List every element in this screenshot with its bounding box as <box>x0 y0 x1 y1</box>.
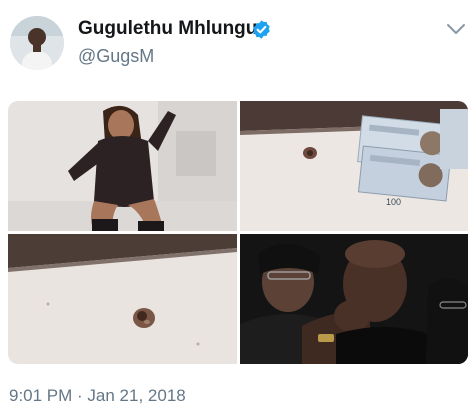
photo-wall-stain-banknotes[interactable]: 100 <box>240 101 468 231</box>
tweet-timestamp[interactable]: 9:01 PM · Jan 21, 2018 <box>9 386 186 406</box>
user-handle[interactable]: @GugsM <box>78 46 154 67</box>
photo-woman-posing[interactable] <box>8 101 237 231</box>
avatar-image <box>10 16 64 70</box>
tweet-header: Gugulethu Mhlungu @GugsM <box>0 0 476 90</box>
banknote-denomination: 100 <box>386 197 401 207</box>
photo-wall-stain-closeup[interactable] <box>8 234 237 364</box>
media-grid: 100 <box>8 101 468 364</box>
banknotes <box>357 115 452 202</box>
chevron-down-icon[interactable] <box>446 22 466 36</box>
verified-badge-icon <box>251 19 272 40</box>
photo-mourners[interactable] <box>240 234 468 364</box>
profile-avatar[interactable] <box>10 16 64 70</box>
display-name[interactable]: Gugulethu Mhlungu <box>78 18 257 40</box>
